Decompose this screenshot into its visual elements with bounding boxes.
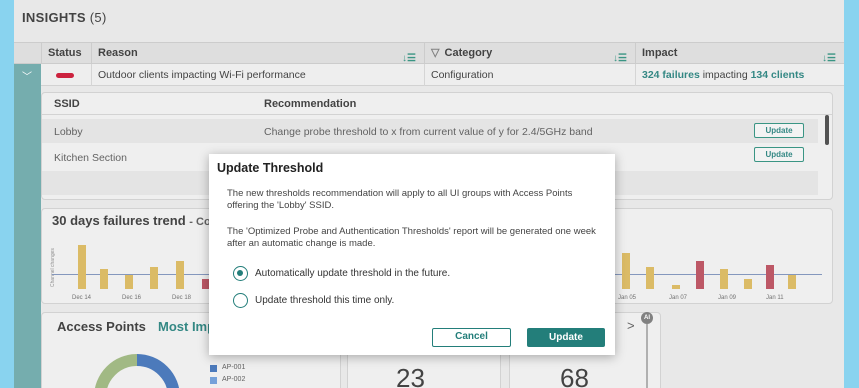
radio-selected-dot [237,270,243,276]
auto-update-label[interactable]: Automatically update threshold in the fu… [255,268,450,279]
dialog-paragraph: The 'Optimized Probe and Authentication … [227,226,596,249]
dialog-paragraph: The new thresholds recommendation will a… [227,188,573,211]
update-threshold-dialog: Update Threshold The new thresholds reco… [209,154,615,355]
dialog-title: Update Threshold [217,161,324,175]
update-once-label[interactable]: Update threshold this time only. [255,295,394,306]
update-once-radio[interactable] [233,293,248,308]
update-button[interactable]: Update [527,328,605,347]
auto-update-radio[interactable] [233,266,248,281]
cancel-button[interactable]: Cancel [432,328,511,347]
